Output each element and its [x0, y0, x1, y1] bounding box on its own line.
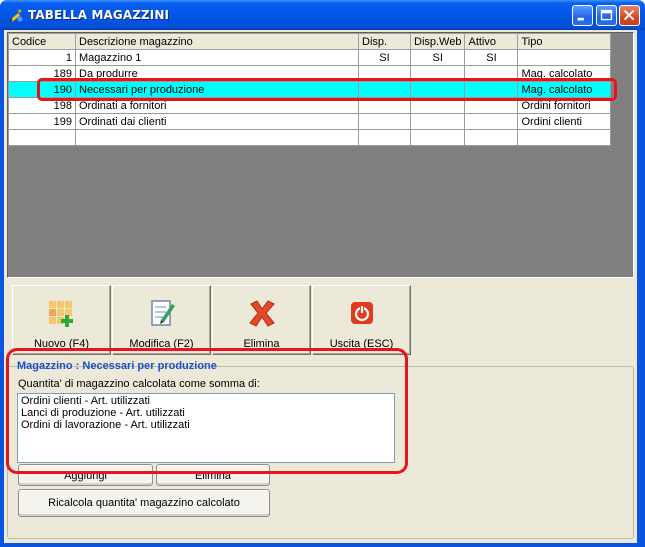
cell-disp[interactable] — [358, 113, 411, 130]
cell-descrizione[interactable]: Magazzino 1 — [75, 49, 359, 66]
cell-codice[interactable]: 199 — [8, 113, 76, 130]
maximize-icon — [600, 9, 613, 21]
cell-codice[interactable]: 190 — [8, 81, 76, 98]
nuovo-label: Nuovo (F4) — [33, 338, 90, 350]
window-title: TABELLA MAGAZZINI — [28, 8, 170, 22]
close-button[interactable] — [619, 5, 640, 26]
col-header-tipo[interactable]: Tipo — [517, 33, 612, 50]
table-row-empty[interactable] — [8, 129, 612, 146]
cell-tipo[interactable] — [517, 49, 612, 66]
sum-sources-list[interactable]: Ordini clienti - Art. utilizzati Lanci d… — [17, 393, 395, 463]
col-header-disp-web[interactable]: Disp.Web — [409, 33, 466, 50]
table-row[interactable]: 198 Ordinati a fornitori Ordini fornitor… — [8, 97, 612, 114]
nuovo-button[interactable]: Nuovo (F4) — [12, 285, 111, 355]
app-window: TABELLA MAGAZZINI Codice Descrizione mag… — [0, 0, 645, 547]
title-bar[interactable]: TABELLA MAGAZZINI — [0, 0, 645, 30]
edit-document-icon — [151, 300, 175, 326]
modifica-label: Modifica (F2) — [129, 338, 194, 350]
cell-codice[interactable] — [8, 129, 76, 146]
minimize-button[interactable] — [572, 5, 593, 26]
cell-disp-web[interactable] — [409, 129, 466, 146]
cell-codice[interactable]: 198 — [8, 97, 76, 114]
cell-disp[interactable] — [358, 97, 411, 114]
cell-disp-web[interactable] — [409, 81, 466, 98]
minimize-icon — [577, 17, 584, 21]
col-header-attivo[interactable]: Attivo — [464, 33, 519, 50]
list-item[interactable]: Ordini di lavorazione - Art. utilizzati — [21, 419, 391, 431]
power-icon — [351, 302, 373, 324]
cell-codice[interactable]: 1 — [8, 49, 76, 66]
uscita-button[interactable]: Uscita (ESC) — [312, 285, 411, 355]
maximize-button[interactable] — [596, 5, 617, 26]
modifica-button[interactable]: Modifica (F2) — [112, 285, 211, 355]
cell-disp[interactable] — [358, 65, 411, 82]
cell-codice[interactable]: 189 — [8, 65, 76, 82]
ricalcola-button[interactable]: Ricalcola quantita' magazzino calcolato — [18, 489, 270, 517]
col-header-codice[interactable]: Codice — [8, 33, 76, 50]
col-header-descrizione[interactable]: Descrizione magazzino — [75, 33, 359, 50]
cell-descrizione[interactable] — [75, 129, 359, 146]
cell-attivo[interactable] — [464, 65, 519, 82]
elimina-label: Elimina — [243, 338, 280, 350]
detail-title: Magazzino : Necessari per produzione — [17, 360, 217, 372]
col-header-disp[interactable]: Disp. — [358, 33, 411, 50]
cell-disp-web[interactable]: SI — [409, 49, 466, 66]
table-row-selected[interactable]: 190 Necessari per produzione Mag. calcol… — [8, 81, 612, 98]
cell-descrizione[interactable]: Necessari per produzione — [75, 81, 359, 98]
detail-subtitle: Quantita' di magazzino calcolata come so… — [18, 378, 260, 390]
grid-add-icon — [49, 301, 73, 327]
cell-descrizione[interactable]: Da produrre — [75, 65, 359, 82]
cell-attivo[interactable] — [464, 113, 519, 130]
cell-disp-web[interactable] — [409, 97, 466, 114]
client-area: Codice Descrizione magazzino Disp. Disp.… — [4, 30, 637, 543]
red-x-icon — [249, 300, 275, 327]
cell-attivo[interactable] — [464, 81, 519, 98]
cell-disp[interactable] — [358, 81, 411, 98]
cell-descrizione[interactable]: Ordinati dai clienti — [75, 113, 359, 130]
cell-disp-web[interactable] — [409, 65, 466, 82]
cell-disp[interactable] — [358, 129, 411, 146]
cell-tipo[interactable]: Mag. calcolato — [517, 65, 612, 82]
list-item[interactable]: Ordini clienti - Art. utilizzati — [21, 395, 391, 407]
cell-tipo[interactable]: Ordini clienti — [517, 113, 612, 130]
aggiungi-button[interactable]: Aggiungi — [18, 464, 153, 486]
pencil-app-icon — [9, 8, 23, 22]
elimina-button[interactable]: Elimina — [212, 285, 311, 355]
cell-tipo[interactable]: Mag. calcolato — [517, 81, 612, 98]
elimina-source-button[interactable]: Elimina — [156, 464, 270, 486]
cell-disp-web[interactable] — [409, 113, 466, 130]
cell-tipo[interactable] — [517, 129, 612, 146]
close-icon — [623, 9, 635, 21]
toolbar: Nuovo (F4) Modifica (F2) Elimina Uscita … — [7, 283, 634, 355]
cell-attivo[interactable] — [464, 129, 519, 146]
table-row[interactable]: 199 Ordinati dai clienti Ordini clienti — [8, 113, 612, 130]
table-header-row: Codice Descrizione magazzino Disp. Disp.… — [8, 33, 612, 50]
warehouse-table: Codice Descrizione magazzino Disp. Disp.… — [8, 33, 612, 146]
warehouse-grid[interactable]: Codice Descrizione magazzino Disp. Disp.… — [7, 32, 634, 278]
cell-attivo[interactable] — [464, 97, 519, 114]
cell-tipo[interactable]: Ordini fornitori — [517, 97, 612, 114]
list-item[interactable]: Lanci di produzione - Art. utilizzati — [21, 407, 391, 419]
table-row[interactable]: 1 Magazzino 1 SI SI SI — [8, 49, 612, 66]
cell-attivo[interactable]: SI — [464, 49, 519, 66]
cell-descrizione[interactable]: Ordinati a fornitori — [75, 97, 359, 114]
table-row[interactable]: 189 Da produrre Mag. calcolato — [8, 65, 612, 82]
cell-disp[interactable]: SI — [358, 49, 411, 66]
uscita-label: Uscita (ESC) — [329, 338, 394, 350]
